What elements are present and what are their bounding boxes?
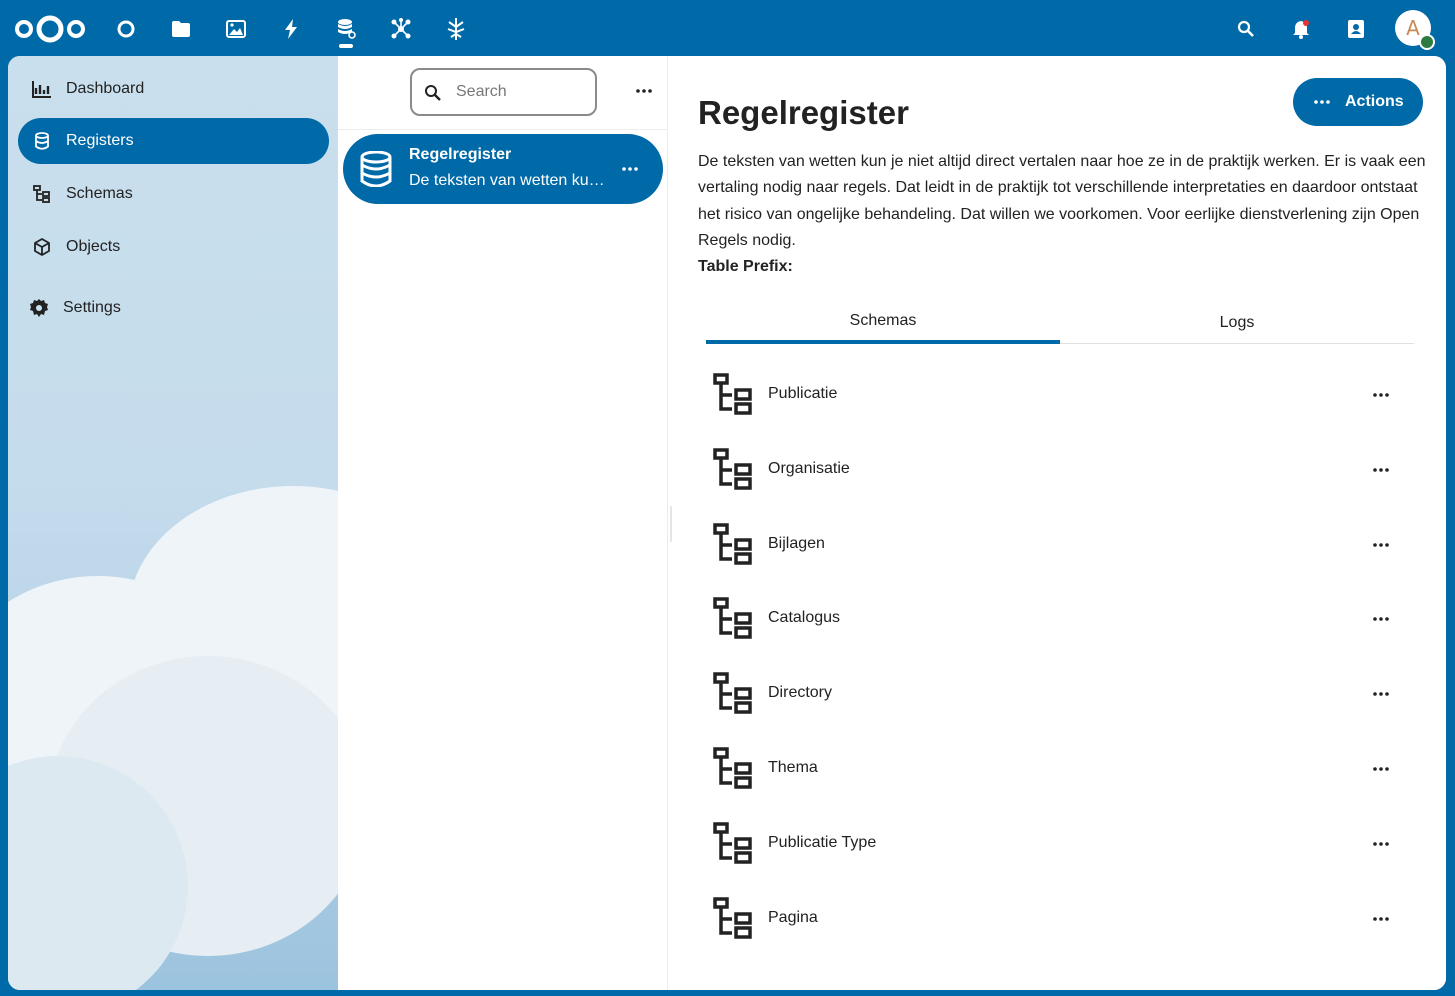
table-prefix-label: Table Prefix: (698, 258, 793, 275)
register-description: De teksten van wetten kun je niet altijd… (698, 153, 1426, 250)
gear-icon (15, 298, 63, 318)
tab-schemas[interactable]: Schemas (706, 302, 1060, 344)
register-detail: Regelregister Actions De teksten van wet… (668, 56, 1446, 990)
search-icon (424, 84, 442, 107)
schema-icon (18, 185, 66, 203)
app-content: Dashboard Registers Schemas Objects Sett… (8, 56, 1446, 990)
schema-icon (712, 896, 756, 946)
circle-icon[interactable] (106, 12, 146, 46)
lightning-icon[interactable] (271, 12, 311, 46)
network-icon[interactable] (381, 12, 421, 46)
search-icon[interactable] (1228, 12, 1264, 46)
list-more-button[interactable] (628, 78, 660, 104)
dots-horizontal-icon (1373, 393, 1389, 397)
tree-icon[interactable] (436, 12, 476, 46)
database-icon (18, 132, 66, 150)
schema-icon (712, 522, 756, 572)
schema-row[interactable]: Publicatie Type (712, 814, 1412, 874)
online-status-icon (1419, 34, 1435, 50)
actions-button[interactable]: Actions (1293, 78, 1423, 126)
list-item-title: Regelregister (409, 146, 512, 163)
app-navigation: Dashboard Registers Schemas Objects Sett… (8, 56, 338, 990)
schema-row[interactable]: Bijlagen (712, 515, 1412, 575)
schema-row[interactable]: Pagina (712, 889, 1412, 949)
schema-icon (712, 747, 756, 796)
schema-row[interactable]: Catalogus (712, 589, 1412, 649)
schema-name: Thema (768, 759, 818, 776)
schema-more-button[interactable] (1366, 756, 1396, 782)
sidebar-item-settings[interactable]: Settings (15, 285, 326, 331)
sidebar-item-label: Registers (66, 132, 134, 149)
list-item-more-button[interactable] (615, 156, 645, 182)
tab-logs[interactable]: Logs (1060, 302, 1414, 344)
schema-name: Publicatie Type (768, 833, 877, 851)
resize-handle[interactable] (670, 506, 672, 542)
dots-horizontal-icon (1373, 916, 1389, 921)
folder-icon[interactable] (161, 12, 201, 46)
schema-more-button[interactable] (1366, 681, 1396, 707)
dots-horizontal-icon (1373, 467, 1389, 472)
dots-horizontal-icon (1314, 100, 1330, 104)
divider (338, 129, 668, 130)
schema-more-button[interactable] (1366, 831, 1396, 857)
search-input[interactable] (456, 83, 586, 101)
schema-row[interactable]: Directory (712, 664, 1412, 724)
dots-horizontal-icon (1373, 767, 1389, 771)
schema-icon (712, 373, 756, 422)
schema-row[interactable]: Organisatie (712, 440, 1412, 500)
schema-more-button[interactable] (1366, 532, 1396, 558)
schema-name: Bijlagen (768, 534, 825, 552)
schema-name: Organisatie (768, 459, 850, 477)
cube-icon (18, 238, 66, 256)
sidebar-item-registers[interactable]: Registers (18, 118, 329, 164)
dots-horizontal-icon (636, 89, 652, 93)
page-title: Regelregister (698, 94, 909, 131)
schema-name: Publicatie (768, 385, 838, 402)
schema-more-button[interactable] (1366, 906, 1396, 932)
image-icon[interactable] (216, 12, 256, 46)
schema-more-button[interactable] (1366, 606, 1396, 632)
dots-horizontal-icon (622, 167, 638, 171)
avatar[interactable]: A (1395, 10, 1435, 50)
schema-name: Catalogus (768, 609, 841, 627)
schema-name: Pagina (768, 908, 818, 926)
sidebar-item-label: Objects (66, 238, 121, 255)
schema-row[interactable]: Publicatie (712, 365, 1412, 425)
sidebar-item-objects[interactable]: Objects (18, 224, 329, 270)
chart-icon (18, 80, 66, 98)
database-icon[interactable] (326, 12, 366, 48)
register-list: Regelregister De teksten van wetten kun … (338, 56, 668, 990)
schema-name: Directory (768, 684, 833, 702)
dots-horizontal-icon (1373, 617, 1389, 622)
list-item-subtitle: De teksten van wetten kun je niet altijd… (409, 172, 609, 189)
schema-row[interactable]: Thema (712, 739, 1412, 799)
schema-icon (712, 597, 756, 646)
sidebar-item-label: Settings (63, 299, 121, 316)
bell-icon[interactable] (1283, 12, 1319, 46)
dots-horizontal-icon (1373, 542, 1389, 547)
schema-icon (712, 822, 756, 871)
schema-more-button[interactable] (1366, 382, 1396, 408)
nextcloud-logo[interactable] (14, 14, 86, 44)
dots-horizontal-icon (1373, 841, 1389, 846)
schema-icon (712, 448, 756, 497)
avatar-letter: A (1406, 16, 1420, 40)
schema-icon (712, 672, 756, 721)
sidebar-item-dashboard[interactable]: Dashboard (18, 66, 329, 112)
dots-horizontal-icon (1373, 692, 1389, 696)
contacts-icon[interactable] (1338, 12, 1374, 46)
schema-more-button[interactable] (1366, 457, 1396, 483)
list-item[interactable]: Regelregister De teksten van wetten kun … (343, 134, 663, 204)
database-icon (359, 150, 393, 192)
sidebar-item-label: Dashboard (66, 80, 145, 97)
sidebar-item-schemas[interactable]: Schemas (18, 171, 329, 217)
tab-bar: Schemas Logs (706, 302, 1414, 344)
tab-label: Schemas (849, 312, 917, 329)
search-field[interactable] (410, 68, 597, 116)
sidebar-item-label: Schemas (66, 185, 133, 202)
top-header: A (0, 0, 1455, 56)
actions-label: Actions (1345, 93, 1404, 110)
tab-label: Logs (1219, 314, 1255, 331)
